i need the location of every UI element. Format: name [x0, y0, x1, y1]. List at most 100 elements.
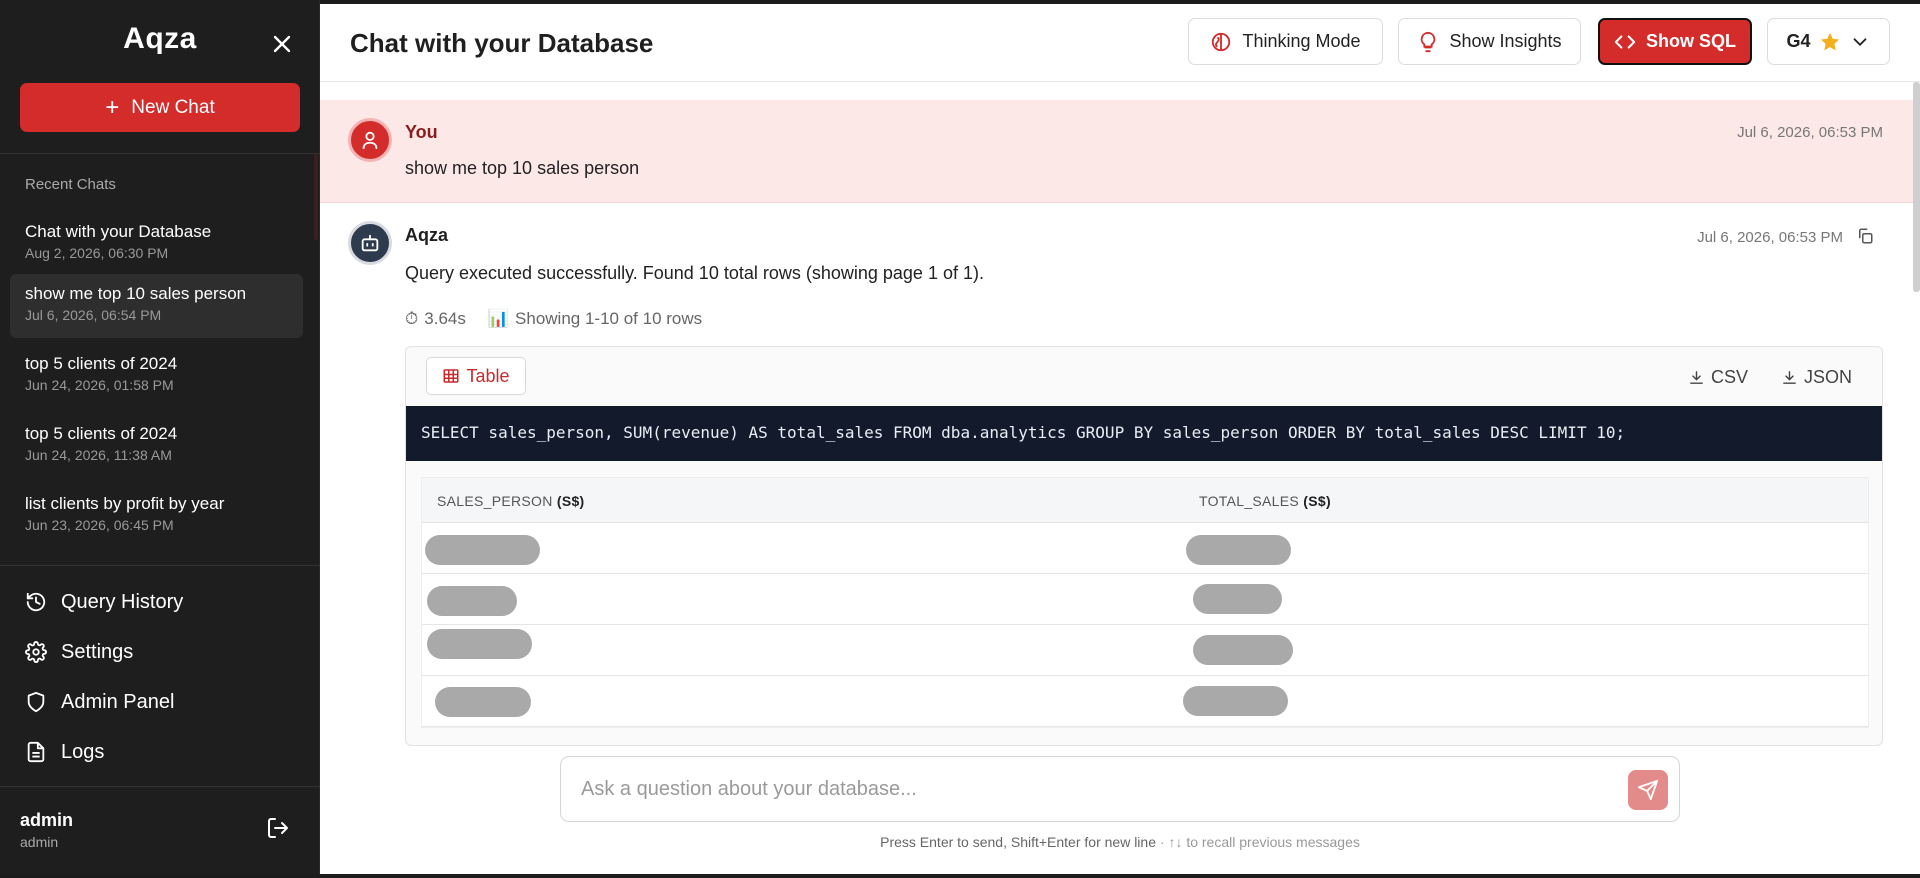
nav-label: Settings: [61, 640, 134, 663]
table-row: [422, 676, 1868, 727]
nav-settings[interactable]: Settings: [25, 634, 133, 670]
message-text: show me top 10 sales person: [405, 158, 640, 178]
redacted-cell: [1193, 584, 1282, 614]
thinking-mode-label: Thinking Mode: [1242, 31, 1361, 51]
nav-query-history[interactable]: Query History: [25, 584, 183, 620]
redacted-cell: [1186, 535, 1291, 565]
send-button[interactable]: [1628, 770, 1668, 810]
show-sql-label: Show SQL: [1646, 31, 1736, 51]
shield-icon: [27, 691, 45, 713]
redacted-cell: [1183, 686, 1288, 716]
results-table: SALES_PERSON (S$) TOTAL_SALES (S$): [421, 477, 1869, 728]
csv-label: CSV: [1711, 367, 1749, 387]
nav-admin-panel[interactable]: Admin Panel: [25, 684, 174, 720]
column-name: TOTAL_SALES: [1199, 493, 1300, 509]
recent-chat-item-active[interactable]: show me top 10 sales person Jul 6, 2026,…: [10, 274, 303, 338]
column-unit: (S$): [1303, 493, 1331, 509]
recent-chat-date: Jun 23, 2026, 06:45 PM: [25, 517, 174, 533]
json-label: JSON: [1804, 367, 1853, 387]
plus-icon: +: [105, 93, 120, 121]
user-icon: [362, 131, 378, 150]
robot-icon: [361, 234, 379, 252]
logout-button[interactable]: [266, 816, 292, 842]
recent-chat-item[interactable]: list clients by profit by year Jun 23, 2…: [10, 484, 303, 548]
rows-stat: 📊 Showing 1-10 of 10 rows: [488, 309, 702, 329]
user-name: admin: [20, 810, 74, 830]
divider: [0, 565, 320, 566]
duration-value: 3.64s: [424, 309, 466, 328]
new-chat-button[interactable]: + New Chat: [20, 83, 300, 132]
hint-main: Press Enter to send, Shift+Enter for new…: [880, 834, 1156, 850]
recent-chat-title: top 5 clients of 2024: [25, 354, 178, 373]
stopwatch-icon: ⏱: [405, 309, 419, 328]
brain-icon: [1212, 32, 1231, 51]
redacted-cell: [427, 586, 517, 616]
divider: [0, 786, 320, 787]
send-icon: [1637, 779, 1659, 801]
message-author: Aqza: [405, 225, 449, 245]
recent-chat-date: Jul 6, 2026, 06:54 PM: [25, 307, 162, 323]
table-row: [422, 574, 1868, 625]
message-author: You: [405, 122, 438, 142]
chevron-down-icon: [1853, 37, 1866, 46]
nav-label: Query History: [61, 590, 184, 613]
main-scrollbar[interactable]: [1913, 82, 1920, 292]
table-row: [422, 625, 1868, 676]
table-row: [422, 523, 1868, 574]
sidebar-scrollbar[interactable]: [314, 154, 318, 240]
redacted-cell: [435, 687, 531, 717]
query-meta: ⏱ 3.64s 📊 Showing 1-10 of 10 rows: [405, 309, 702, 329]
input-hint: Press Enter to send, Shift+Enter for new…: [320, 834, 1920, 850]
divider: [0, 153, 320, 154]
redacted-cell: [427, 629, 532, 659]
hint-sub: · ↑↓ to recall previous messages: [1156, 834, 1360, 850]
download-csv-button[interactable]: CSV: [1688, 367, 1748, 388]
recent-chat-title: Chat with your Database: [25, 222, 212, 241]
bar-chart-icon: 📊: [487, 309, 510, 328]
recent-chat-title: show me top 10 sales person: [25, 284, 247, 303]
recent-chat-item[interactable]: top 5 clients of 2024 Jun 24, 2026, 01:5…: [10, 344, 303, 408]
result-panel: Table CSV JSON SELECT sales_person, SUM(…: [405, 346, 1883, 746]
nav-logs[interactable]: Logs: [25, 734, 104, 770]
logout-icon: [268, 818, 288, 838]
close-icon: [273, 35, 291, 53]
chat-input[interactable]: [561, 757, 1601, 821]
recent-chat-item[interactable]: top 5 clients of 2024 Jun 24, 2026, 11:3…: [10, 414, 303, 478]
column-name: SALES_PERSON: [437, 493, 553, 509]
copy-button[interactable]: [1856, 227, 1876, 247]
star-icon: [1820, 32, 1839, 50]
recent-chats-heading: Recent Chats: [25, 176, 116, 193]
chat-input-box: [560, 756, 1680, 822]
table-header: SALES_PERSON (S$) TOTAL_SALES (S$): [422, 478, 1868, 523]
download-json-button[interactable]: JSON: [1781, 367, 1852, 388]
thinking-mode-button[interactable]: Thinking Mode: [1188, 18, 1383, 65]
show-sql-button[interactable]: Show SQL: [1598, 18, 1752, 65]
column-header[interactable]: TOTAL_SALES (S$): [1199, 493, 1331, 509]
main-panel: Chat with your Database Thinking Mode Sh…: [320, 4, 1920, 874]
lightbulb-icon: [1421, 31, 1436, 52]
copy-icon: [1859, 228, 1873, 244]
show-insights-button[interactable]: Show Insights: [1398, 18, 1581, 65]
column-header[interactable]: SALES_PERSON (S$): [437, 493, 585, 509]
document-icon: [27, 741, 45, 763]
header: Chat with your Database Thinking Mode Sh…: [320, 4, 1920, 82]
download-icon: [1783, 371, 1796, 384]
nav-label: Admin Panel: [61, 690, 175, 713]
close-sidebar-button[interactable]: [268, 30, 296, 58]
recent-chat-date: Jun 24, 2026, 11:38 AM: [25, 447, 172, 463]
history-icon: [26, 592, 46, 612]
recent-chat-item[interactable]: Chat with your Database Aug 2, 2026, 06:…: [10, 212, 303, 276]
code-icon: [1614, 34, 1636, 49]
duration-stat: ⏱ 3.64s: [405, 309, 466, 329]
user-avatar: [348, 118, 392, 162]
tab-table[interactable]: Table: [426, 357, 526, 395]
message-timestamp: Jul 6, 2026, 06:53 PM: [1697, 229, 1843, 246]
new-chat-label: New Chat: [131, 96, 215, 118]
show-insights-label: Show Insights: [1449, 31, 1562, 51]
assistant-message: Aqza Jul 6, 2026, 06:53 PM Query execute…: [320, 203, 1913, 746]
recent-chat-title: top 5 clients of 2024: [25, 424, 178, 443]
user-role: admin: [20, 834, 59, 850]
model-selector[interactable]: G4: [1767, 18, 1890, 65]
rows-info: Showing 1-10 of 10 rows: [515, 309, 703, 328]
recent-chat-date: Aug 2, 2026, 06:30 PM: [25, 245, 169, 261]
